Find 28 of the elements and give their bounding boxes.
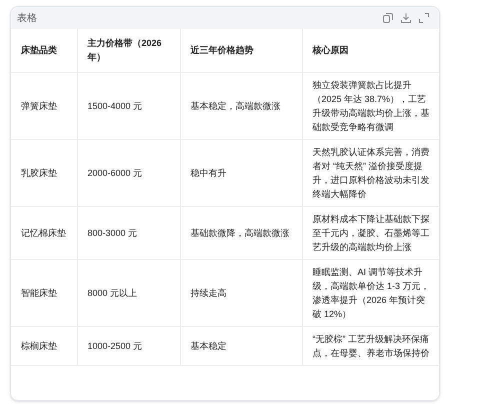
table-cell: 基础款微降，高端款微涨 <box>180 206 302 259</box>
column-header: 主力价格带（2026年） <box>77 29 180 72</box>
table-cell: 智能床垫 <box>11 259 77 326</box>
table-cell: 棕榈床垫 <box>11 326 77 365</box>
expand-icon[interactable] <box>419 13 429 23</box>
table-cell: 睡眠监测、AI 调节等技术升级，高端款单价达 1-3 万元，渗透率提升（2026 年预计突破 12%） <box>302 259 439 326</box>
table-cell: 独立袋装弹簧款占比提升（2025 年达 38.7%），工艺升级带动高端款均价上涨，基础款受竞争略有微调 <box>302 72 439 139</box>
table-cell: 持续走高 <box>180 259 302 326</box>
table-cell: 8000 元以上 <box>77 259 180 326</box>
table-cell: 记忆棉床垫 <box>11 206 77 259</box>
table-cell: 基本稳定 <box>180 326 302 365</box>
table-cell: 1500-4000 元 <box>77 72 180 139</box>
table-cell: 弹簧床垫 <box>11 72 77 139</box>
copy-icon[interactable] <box>383 13 393 23</box>
card-title: 表格 <box>17 12 37 26</box>
table-cell: 1000-2500 元 <box>77 326 180 365</box>
table-cell: “无胶棕” 工艺升级解决环保痛点，在母婴、养老市场保持价 <box>302 326 439 365</box>
download-icon[interactable] <box>401 13 411 23</box>
table-cell: 800-3000 元 <box>77 206 180 259</box>
table-cell: 稳中有升 <box>180 139 302 206</box>
column-header: 核心原因 <box>302 29 439 72</box>
table-cell: 乳胶床垫 <box>11 139 77 206</box>
table-cell: 原材料成本下降让基础款下探至千元内，凝胶、石墨烯等工艺升级的高端款均价上涨 <box>302 206 439 259</box>
table-cell: 基本稳定，高端款微涨 <box>180 72 302 139</box>
column-header: 近三年价格趋势 <box>180 29 302 72</box>
table-cell: 2000-6000 元 <box>77 139 180 206</box>
table-cell: 天然乳胶认证体系完善，消费者对 “纯天然” 溢价接受度提升，进口原料价格波动未引发终端大幅降价 <box>302 139 439 206</box>
column-header: 床垫品类 <box>11 29 77 72</box>
